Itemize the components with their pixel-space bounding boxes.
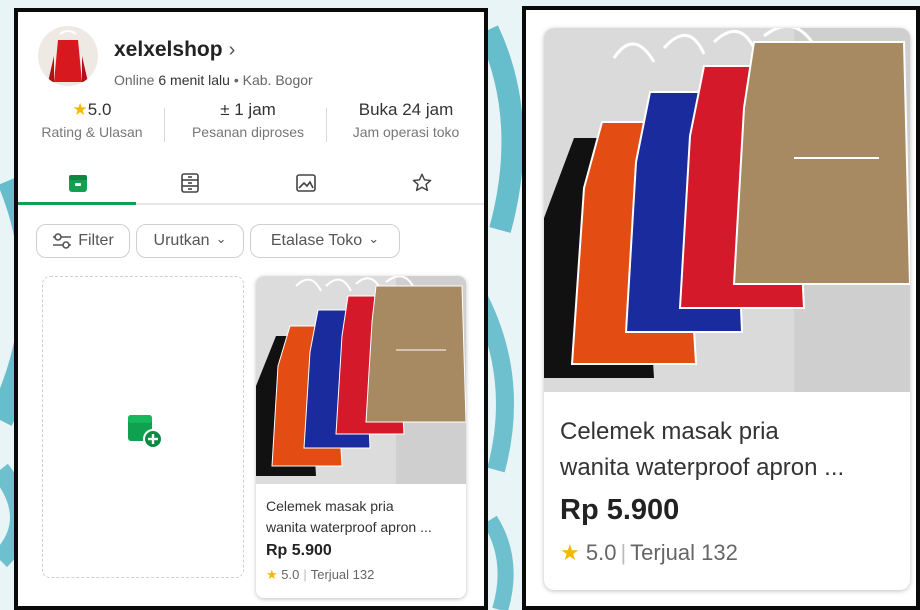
- product-rating: 5.0: [585, 540, 617, 565]
- filter-label: Filter: [78, 232, 114, 249]
- product-sold: Terjual 132: [630, 540, 738, 565]
- stats-divider: [164, 108, 165, 142]
- product-card[interactable]: Celemek masak pria wanita waterproof apr…: [256, 276, 466, 598]
- stat-hours: Buka 24 jam Jam operasi toko: [336, 100, 476, 150]
- rating-label: Rating & Ulasan: [41, 124, 143, 140]
- store-icon: [69, 175, 87, 192]
- add-product-icon: [128, 415, 163, 449]
- stats-divider: [326, 108, 327, 142]
- tab-store[interactable]: [48, 164, 108, 202]
- add-product-card[interactable]: [42, 276, 244, 578]
- stat-rating[interactable]: ★5.0 Rating & Ulasan: [32, 100, 152, 150]
- product-zoom-panel: Celemek masak pria wanita waterproof apr…: [522, 6, 920, 610]
- shop-page-panel: xelxelshop › Online 6 menit lalu • Kab. B…: [14, 8, 488, 610]
- tab-reviews[interactable]: [392, 164, 452, 202]
- separator-dot: •: [233, 72, 239, 88]
- active-tab-indicator: [18, 202, 136, 205]
- rating-value: 5.0: [87, 100, 112, 119]
- product-image[interactable]: [544, 28, 910, 392]
- sort-dropdown[interactable]: Urutkan ⌄: [136, 224, 244, 258]
- shop-status: Online 6 menit lalu • Kab. Bogor: [114, 72, 313, 88]
- product-image[interactable]: [256, 276, 466, 484]
- product-card-zoomed[interactable]: Celemek masak pria wanita waterproof apr…: [544, 28, 910, 590]
- catalog-icon: [181, 173, 199, 193]
- chevron-down-icon: ⌄: [368, 231, 380, 246]
- chevron-down-icon: ⌄: [215, 231, 227, 246]
- chevron-right-icon[interactable]: ›: [229, 39, 236, 61]
- tab-gallery[interactable]: [276, 164, 336, 202]
- filter-bar: Filter Urutkan ⌄ Etalase Toko ⌄: [36, 224, 476, 260]
- shop-avatar[interactable]: [38, 26, 98, 86]
- sort-label: Urutkan: [153, 232, 210, 249]
- product-title-line-1[interactable]: Celemek masak pria: [266, 496, 458, 517]
- meta-separator: |: [620, 540, 627, 565]
- shop-name-text[interactable]: xelxelshop: [114, 38, 223, 61]
- showcase-dropdown[interactable]: Etalase Toko ⌄: [250, 224, 400, 258]
- star-icon: ★: [72, 100, 88, 119]
- sliders-icon: [53, 233, 72, 249]
- shop-name[interactable]: xelxelshop ›: [114, 38, 235, 62]
- product-rating: 5.0: [281, 567, 300, 582]
- star-icon: ★: [266, 567, 278, 582]
- product-title[interactable]: Celemek masak pria wanita waterproof apr…: [560, 414, 900, 486]
- product-price: Rp 5.900: [560, 494, 680, 526]
- product-title-line-1[interactable]: Celemek masak pria: [560, 414, 900, 450]
- showcase-label: Etalase Toko: [270, 232, 363, 249]
- product-sold: Terjual 132: [310, 567, 375, 582]
- product-meta: ★ 5.0 | Terjual 132: [560, 540, 738, 566]
- online-time: 6 menit lalu: [158, 72, 230, 88]
- shop-stats: ★5.0 Rating & Ulasan ± 1 jam Pesanan dip…: [18, 100, 484, 150]
- product-title-line-2[interactable]: wanita waterproof apron ...: [560, 450, 900, 486]
- hours-value: Buka 24 jam: [358, 100, 454, 119]
- meta-separator: |: [303, 567, 307, 582]
- processing-label: Pesanan diproses: [191, 124, 305, 140]
- product-title[interactable]: Celemek masak pria wanita waterproof apr…: [266, 496, 458, 538]
- stat-processing: ± 1 jam Pesanan diproses: [178, 100, 318, 150]
- tab-catalog[interactable]: [160, 164, 220, 202]
- filter-button[interactable]: Filter: [36, 224, 130, 258]
- shop-location: Kab. Bogor: [242, 72, 313, 88]
- star-icon: ★: [560, 540, 580, 565]
- shop-header[interactable]: xelxelshop › Online 6 menit lalu • Kab. B…: [38, 26, 468, 96]
- shop-tabs: [18, 164, 484, 206]
- product-price: Rp 5.900: [266, 542, 332, 559]
- product-meta: ★ 5.0 | Terjual 132: [266, 567, 374, 583]
- apron-avatar-image: [38, 26, 98, 86]
- gallery-icon: [296, 174, 316, 192]
- processing-value: ± 1 jam: [220, 100, 276, 119]
- product-title-line-2[interactable]: wanita waterproof apron ...: [266, 517, 458, 538]
- hours-label: Jam operasi toko: [352, 124, 460, 140]
- star-outline-icon: [412, 173, 432, 192]
- online-prefix: Online: [114, 72, 155, 88]
